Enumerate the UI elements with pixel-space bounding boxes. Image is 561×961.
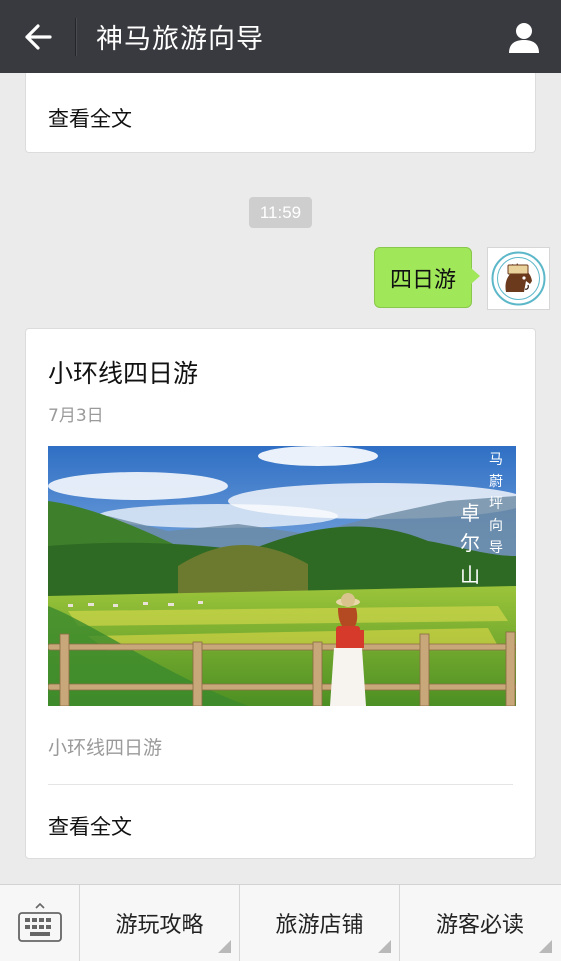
previous-article-card[interactable]: 查看全文	[25, 73, 536, 153]
user-message-bubble[interactable]: 四日游	[374, 247, 472, 308]
bubble-tail	[471, 268, 480, 284]
bottom-menu-bar: 游玩攻略 旅游店铺 游客必读	[0, 884, 561, 961]
article-card[interactable]: 小环线四日游 7月3日 马 蔚 坪 向 导 卓 尔 山 小环线四日游 查看全文	[25, 328, 536, 859]
svg-text:坪: 坪	[489, 496, 503, 512]
top-bar: 神马旅游向导	[0, 0, 561, 73]
menu-label: 游玩攻略	[115, 913, 204, 938]
submenu-indicator-icon	[378, 940, 391, 953]
avatar[interactable]	[487, 247, 550, 310]
read-full-link[interactable]: 查看全文	[48, 811, 132, 841]
person-icon	[508, 22, 539, 53]
keyboard-toggle-button[interactable]	[0, 885, 80, 961]
keyboard-icon	[17, 903, 62, 942]
profile-button[interactable]	[486, 0, 561, 73]
back-arrow-icon	[24, 23, 52, 50]
svg-text:导: 导	[489, 540, 503, 556]
page-title: 神马旅游向导	[96, 24, 264, 55]
article-summary: 小环线四日游	[48, 737, 163, 759]
horse-logo-icon	[491, 251, 546, 306]
header-divider	[75, 17, 76, 56]
svg-text:卓: 卓	[460, 501, 480, 525]
article-date: 7月3日	[48, 406, 104, 426]
submenu-indicator-icon	[218, 940, 231, 953]
card-divider	[48, 784, 513, 785]
read-full-link[interactable]: 查看全文	[48, 103, 132, 133]
svg-text:向: 向	[489, 518, 503, 534]
landscape-image: 马 蔚 坪 向 导 卓 尔 山	[48, 446, 516, 706]
menu-travel-guide[interactable]: 游玩攻略	[80, 885, 240, 961]
svg-text:马: 马	[489, 452, 503, 468]
menu-label: 游客必读	[435, 913, 524, 938]
article-title: 小环线四日游	[48, 359, 199, 388]
menu-travel-shop[interactable]: 旅游店铺	[240, 885, 400, 961]
menu-visitor-notice[interactable]: 游客必读	[400, 885, 560, 961]
message-timestamp: 11:59	[249, 197, 312, 228]
back-button[interactable]	[0, 0, 75, 73]
svg-text:山: 山	[460, 563, 480, 587]
submenu-indicator-icon	[539, 940, 552, 953]
svg-text:蔚: 蔚	[489, 474, 503, 490]
article-cover-image[interactable]: 马 蔚 坪 向 导 卓 尔 山	[48, 446, 516, 706]
menu-label: 旅游店铺	[275, 913, 364, 938]
svg-text:尔: 尔	[460, 531, 480, 555]
